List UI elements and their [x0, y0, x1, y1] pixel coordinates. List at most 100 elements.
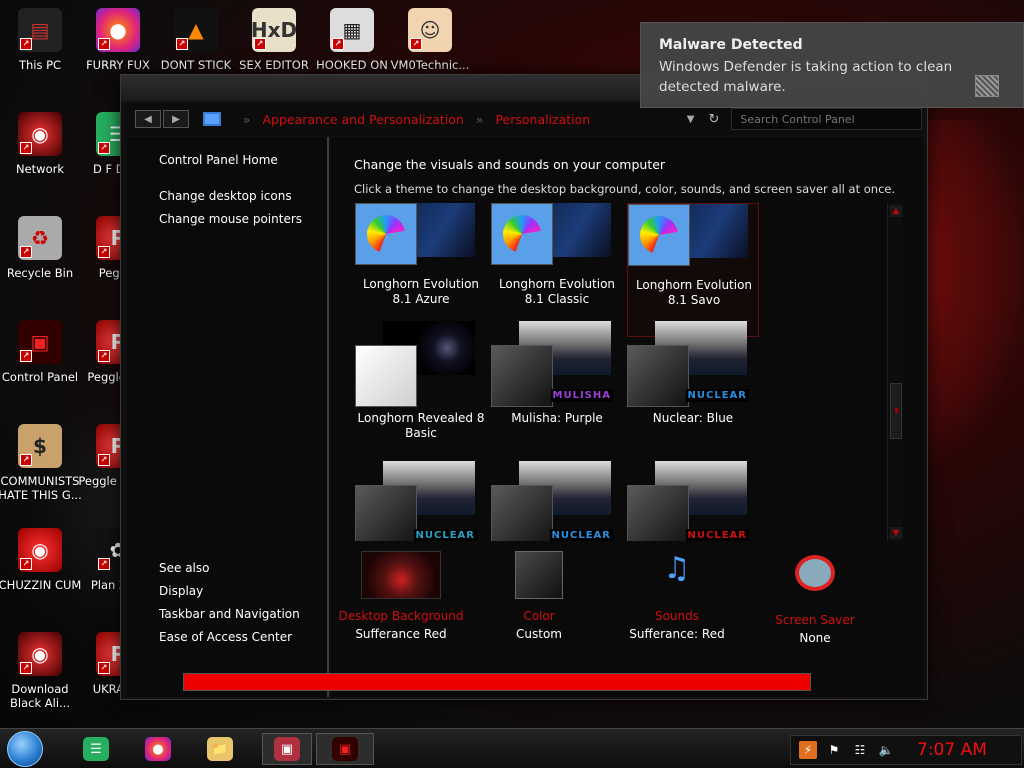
desktop-icon-label: DONT STICK [160, 58, 232, 72]
shortcut-arrow-icon: ↗ [20, 38, 32, 50]
theme-item[interactable]: NUCLEAR [491, 461, 623, 541]
theme-option-label[interactable]: Color [469, 609, 609, 623]
page-title: Change the visuals and sounds on your co… [354, 157, 666, 172]
desktop-icon[interactable]: ▣ ↗ Control Panel [0, 316, 80, 402]
network-icon: ◉ ↗ [18, 112, 62, 156]
theme-option-color[interactable]: Color Custom [469, 551, 609, 641]
see-also-heading: See also [159, 561, 210, 575]
flag-icon[interactable]: ⚑ [825, 741, 843, 759]
theme-option-label[interactable]: Desktop Background [331, 609, 471, 623]
firefox-icon: ● [145, 737, 171, 761]
color-swatch-icon [515, 551, 563, 599]
breadcrumb-personalization[interactable]: Personalization [495, 112, 590, 127]
scroll-up-icon[interactable]: ▲ [890, 205, 902, 217]
shortcut-arrow-icon: ↗ [98, 38, 110, 50]
back-button[interactable]: ◀ [135, 110, 161, 128]
theme-item[interactable]: Longhorn Evolution 8.1 Savo [627, 203, 759, 337]
breadcrumb[interactable]: » Appearance and Personalization » Perso… [202, 108, 667, 130]
volume-icon[interactable]: 🔈 [877, 741, 895, 759]
chevron-down-icon[interactable]: ▼ [687, 114, 695, 125]
file-explorer-icon: 📁 [207, 737, 233, 761]
personalization-window: ◀ ▶ » Appearance and Personalization » P… [120, 74, 928, 700]
theme-name: Longhorn Evolution 8.1 Azure [362, 277, 480, 306]
search-input[interactable] [731, 108, 922, 130]
theme-window-preview [628, 204, 690, 266]
theme-option-label[interactable]: Sounds [607, 609, 747, 623]
scroll-thumb[interactable] [890, 383, 902, 439]
taskbar: ☰ ● 📁 ▣ ▣ ⚡ ⚑ ☷ 🔈 7:07 AM [0, 728, 1024, 768]
theme-item[interactable]: Longhorn Evolution 8.1 Azure [355, 203, 487, 337]
theme-option-label[interactable]: Screen Saver [745, 613, 885, 627]
page-description: Click a theme to change the desktop back… [354, 182, 896, 196]
theme-item[interactable]: Longhorn Revealed 8 Basic [355, 321, 487, 455]
progress-fill [184, 674, 810, 690]
desktop-icon[interactable]: ◉ ↗ CHUZZIN CUM [0, 524, 81, 610]
desktop-icon-label: FURRY FUX [86, 58, 150, 72]
shortcut-arrow-icon: ↗ [98, 558, 110, 570]
firefox-icon: ● ↗ [96, 8, 140, 52]
system-tray: ⚡ ⚑ ☷ 🔈 7:07 AM [790, 735, 1022, 765]
progress-bar [183, 673, 811, 691]
theme-item[interactable]: NUCLEAR [627, 461, 759, 541]
desktop-icon[interactable]: $ ↗ COMMUNISTS HATE THIS G... [0, 420, 82, 506]
desktop-icon[interactable]: ◉ ↗ Network [0, 108, 80, 194]
taskbar-monitor-button[interactable]: ▣ [262, 733, 312, 765]
notification-message: Windows Defender is taking action to cle… [659, 59, 953, 95]
breadcrumb-separator: » [475, 111, 484, 127]
desktop-icon[interactable]: ♻ ↗ Recycle Bin [0, 212, 80, 298]
taskbar-file-explorer-button[interactable]: 📁 [200, 733, 240, 765]
change-mouse-pointers-link[interactable]: Change mouse pointers [159, 212, 302, 226]
forward-button[interactable]: ▶ [163, 110, 189, 128]
theme-item[interactable]: NUCLEAR [355, 461, 487, 541]
desktop-icon-label: Control Panel [1, 370, 79, 384]
desktop-icon-label: Network [15, 162, 65, 176]
shortcut-arrow-icon: ↗ [176, 38, 188, 50]
shortcut-arrow-icon: ↗ [20, 558, 32, 570]
change-desktop-icons-link[interactable]: Change desktop icons [159, 189, 292, 203]
shortcut-arrow-icon: ↗ [20, 454, 32, 466]
refresh-icon[interactable]: ↻ [709, 112, 720, 127]
control-panel-home-link[interactable]: Control Panel Home [159, 153, 278, 167]
taskbar-navigation-link[interactable]: Taskbar and Navigation [159, 607, 300, 621]
theme-window-preview [355, 345, 417, 407]
theme-item[interactable]: MULISHA Mulisha: Purple [491, 321, 623, 455]
theme-option-sounds[interactable]: ♫ Sounds Sufferance: Red [607, 551, 747, 641]
taskbar-control-panel-button[interactable]: ▣ [316, 733, 374, 765]
theme-option-screen-saver[interactable]: Screen Saver None [745, 551, 885, 645]
theme-item[interactable]: Longhorn Evolution 8.1 Classic [491, 203, 623, 337]
theme-option-value: None [799, 631, 831, 645]
network-tray-icon[interactable]: ☷ [851, 741, 869, 759]
ease-of-access-link[interactable]: Ease of Access Center [159, 630, 292, 644]
clock[interactable]: 7:07 AM [917, 740, 987, 760]
shortcut-arrow-icon: ↗ [20, 142, 32, 154]
shortcut-arrow-icon: ↗ [98, 454, 110, 466]
start-button[interactable] [7, 731, 43, 767]
shortcut-arrow-icon: ↗ [98, 142, 110, 154]
scroll-down-icon[interactable]: ▼ [890, 527, 902, 539]
desktop-icon[interactable]: ◉ ↗ Download Black Ali... [0, 628, 80, 714]
control-panel-icon: ▣ [332, 737, 358, 761]
desktop-icon-label: HOOKED ON [316, 58, 388, 72]
display-link[interactable]: Display [159, 584, 203, 598]
theme-item[interactable]: NUCLEAR Nuclear: Blue [627, 321, 759, 455]
taskbar-firefox-button[interactable]: ● [138, 733, 178, 765]
breadcrumb-separator: » [242, 111, 251, 127]
desktop-icon[interactable]: ▤ ↗ This PC [0, 4, 80, 90]
theme-window-preview [491, 345, 553, 407]
malware-notification[interactable]: Malware Detected Windows Defender is tak… [640, 22, 1024, 108]
app-tray-icon[interactable]: ⚡ [799, 741, 817, 759]
theme-option-value: Sufferance Red [355, 627, 447, 641]
breadcrumb-appearance[interactable]: Appearance and Personalization [262, 112, 463, 127]
shortcut-arrow-icon: ↗ [410, 38, 422, 50]
shortcut-arrow-icon: ↗ [254, 38, 266, 50]
taskbar-notes-button[interactable]: ☰ [76, 733, 116, 765]
screen-saver-icon [791, 555, 839, 603]
theme-scrollbar[interactable]: ▲ ▼ [887, 203, 903, 541]
theme-option-value: Sufferance: Red [629, 627, 725, 641]
desktop-icon-label: SEX EDITOR [239, 58, 309, 72]
color-palette-icon [640, 216, 678, 254]
main-pane: Change the visuals and sounds on your co… [331, 137, 923, 697]
monitor-icon: ▣ [274, 737, 300, 761]
theme-badge: NUCLEAR [413, 529, 477, 541]
theme-option-desktop-background[interactable]: Desktop Background Sufferance Red [331, 551, 471, 641]
